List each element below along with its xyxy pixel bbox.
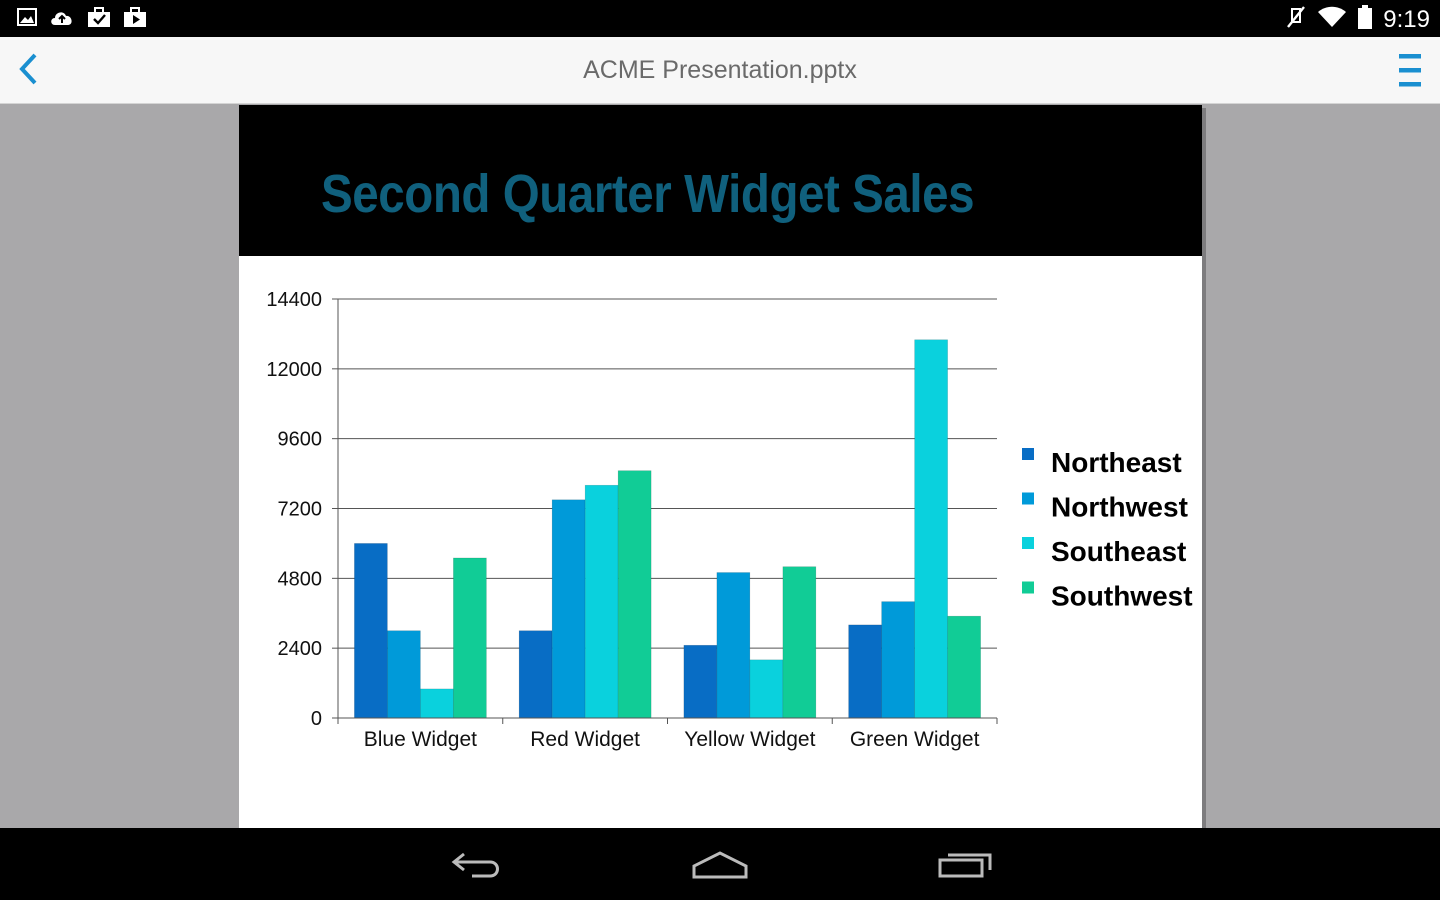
cloud-upload-icon: [48, 6, 76, 28]
back-icon: [442, 852, 512, 888]
document-title: ACME Presentation.pptx: [583, 56, 857, 84]
menu-icon: [1390, 54, 1430, 95]
bar-chart: 0 2400 4800 7200 9600 12000 14400 Blue Widget Re…: [266, 289, 1193, 751]
y-tick-label: 2400: [278, 638, 323, 660]
legend-label-southeast: Southeast: [1051, 536, 1186, 567]
system-icons: 9:19: [1285, 4, 1430, 35]
briefcase-check-icon: [86, 6, 112, 28]
bar-northeast-2: [683, 644, 718, 719]
bar-southeast-3: [914, 339, 948, 719]
y-tick-label: 0: [311, 708, 322, 730]
recent-apps-icon: [930, 853, 1000, 888]
back-button[interactable]: [8, 49, 48, 93]
action-bar: ACME Presentation.pptx: [0, 37, 1440, 104]
bar-northeast-1: [518, 630, 553, 719]
home-icon: [685, 851, 755, 888]
x-category-label: Green Widget: [850, 728, 980, 751]
notification-icons: [16, 6, 148, 28]
bar-northwest-2: [716, 572, 751, 719]
wifi-icon: [1317, 5, 1347, 34]
y-tick-label: 14400: [266, 289, 322, 311]
bar-southwest-0: [453, 557, 487, 719]
x-category-label: Blue Widget: [364, 728, 477, 751]
legend-swatch-northwest: [1022, 492, 1034, 505]
x-category-label: Yellow Widget: [684, 728, 815, 751]
bar-southeast-2: [749, 659, 784, 719]
nav-recent-apps-button[interactable]: [930, 844, 1000, 884]
bar-southwest-3: [947, 615, 981, 719]
bar-southwest-1: [617, 470, 652, 719]
gallery-icon: [16, 6, 38, 28]
bar-northeast-3: [848, 624, 882, 719]
clock: 9:19: [1383, 5, 1430, 33]
bar-northeast-0: [354, 543, 388, 719]
legend-swatch-southeast: [1022, 537, 1034, 549]
legend-label-northeast: Northeast: [1051, 447, 1182, 478]
legend-swatch-southwest: [1022, 581, 1034, 594]
slide[interactable]: Second Quarter Widget Sales 0 2400 4800 720…: [239, 105, 1202, 828]
y-tick-label: 4800: [278, 568, 323, 590]
nav-back-button[interactable]: [442, 844, 512, 884]
navigation-bar: [0, 828, 1440, 900]
legend-label-southwest: Southwest: [1051, 581, 1193, 612]
bar-southeast-0: [420, 688, 454, 719]
battery-icon: [1357, 4, 1373, 35]
x-category-label: Red Widget: [530, 728, 640, 751]
bar-southwest-2: [782, 566, 817, 719]
y-tick-label: 9600: [278, 429, 323, 451]
menu-button[interactable]: [1390, 51, 1430, 91]
bar-northwest-1: [551, 499, 586, 719]
y-tick-label: 7200: [278, 499, 323, 521]
chevron-left-icon: [17, 52, 39, 91]
bar-northwest-3: [881, 601, 915, 719]
status-bar: 9:19: [0, 0, 1440, 37]
y-tick-label: 12000: [266, 359, 322, 381]
bar-northwest-0: [387, 630, 421, 719]
legend-swatch-northeast: [1022, 448, 1034, 460]
briefcase-play-icon: [122, 6, 148, 28]
legend-label-northwest: Northwest: [1051, 492, 1188, 523]
mute-icon: [1285, 4, 1307, 35]
bar-southeast-1: [584, 484, 619, 719]
nav-home-button[interactable]: [685, 844, 755, 884]
